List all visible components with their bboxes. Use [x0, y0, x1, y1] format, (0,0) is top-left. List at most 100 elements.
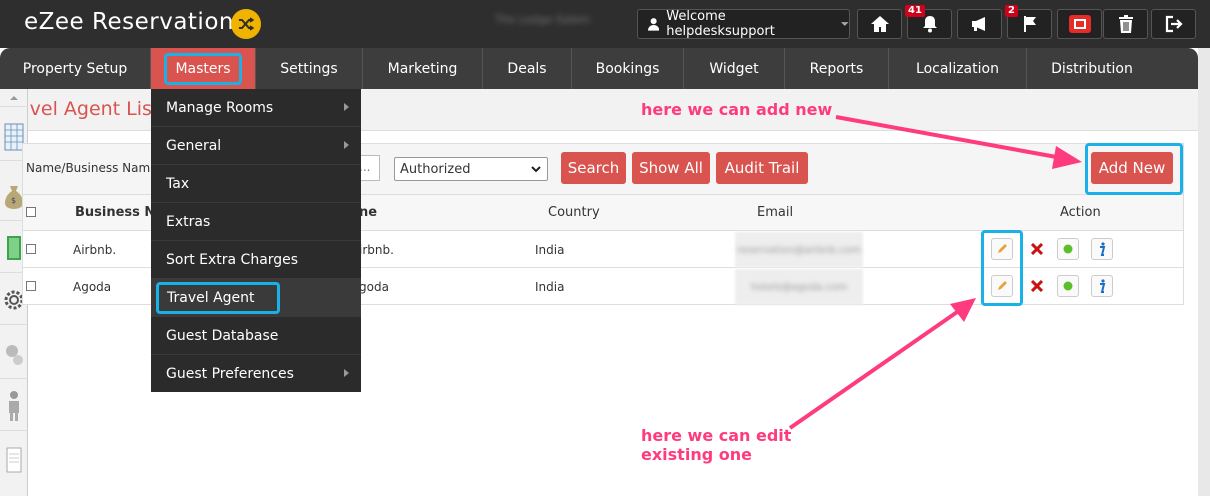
annotation-edit-line2: existing one	[641, 445, 752, 464]
status-dot-icon	[1063, 244, 1073, 254]
audit-trail-button[interactable]: Audit Trail	[716, 152, 808, 184]
shuffle-icon	[239, 17, 254, 31]
menu-item-extras[interactable]: Extras	[151, 203, 361, 241]
staff-link[interactable]	[0, 381, 28, 431]
youtube-icon	[1068, 15, 1091, 33]
cell-email-text: hotels@agoda.com	[750, 281, 848, 293]
nav-property-setup[interactable]: Property Setup	[0, 48, 151, 89]
nav-marketing[interactable]: Marketing	[363, 48, 483, 89]
top-header: eZee Reservation The Lodge Salem Welcome…	[0, 0, 1210, 48]
header-name: ne	[359, 205, 378, 220]
main-nav: Property Setup Masters Settings Marketin…	[0, 48, 1198, 89]
home-button[interactable]	[857, 9, 902, 39]
cell-business-name: Agoda	[73, 280, 112, 294]
status-select-value: Authorized	[400, 161, 471, 177]
masters-dropdown: Manage Rooms General Tax Extras Sort Ext…	[151, 89, 361, 392]
cell-name: goda	[359, 280, 389, 294]
app-title: eZee Reservation	[24, 9, 234, 35]
clear-cache-button[interactable]	[1103, 9, 1148, 39]
cell-email-text: reservation@airbnb.com	[737, 244, 861, 256]
logout-icon	[1165, 15, 1183, 33]
select-all-checkbox[interactable]	[26, 207, 36, 217]
megaphone-icon	[971, 17, 985, 31]
annotation-add-new: here we can add new	[641, 100, 833, 119]
annotation-edit-line1: here we can edit	[641, 426, 792, 445]
chevron-down-icon	[841, 22, 849, 26]
youtube-button[interactable]	[1057, 9, 1102, 39]
nav-reports[interactable]: Reports	[785, 48, 889, 89]
delete-button[interactable]	[1026, 275, 1048, 297]
status-select[interactable]: Authorized	[394, 157, 548, 181]
announcements-button[interactable]	[957, 9, 1002, 39]
menu-item-manage-rooms[interactable]: Manage Rooms	[151, 89, 361, 127]
cell-email: hotels@agoda.com	[735, 269, 863, 305]
row-checkbox[interactable]	[26, 281, 36, 291]
info-icon	[1100, 242, 1106, 256]
notifications-badge: 41	[905, 5, 925, 17]
menu-item-label: Guest Preferences	[166, 366, 294, 382]
delete-button[interactable]	[1026, 238, 1048, 260]
nav-widget[interactable]: Widget	[684, 48, 785, 89]
page-title: avel Agent Lis	[18, 98, 152, 120]
add-new-button[interactable]: Add New	[1091, 152, 1173, 184]
cell-business-name: Airbnb.	[73, 243, 117, 257]
cell-country: India	[535, 280, 565, 294]
menu-item-label: Guest Database	[166, 327, 279, 344]
welcome-text: Welcome helpdesksupport	[666, 9, 775, 39]
header-country: Country	[548, 205, 600, 220]
strip-collapse[interactable]	[0, 89, 28, 107]
search-button[interactable]: Search	[561, 152, 626, 184]
show-all-button[interactable]: Show All	[632, 152, 710, 184]
status-toggle-button[interactable]	[1057, 238, 1079, 260]
name-filter-label: Name/Business Name	[26, 161, 158, 175]
nav-localization[interactable]: Localization	[889, 48, 1027, 89]
trash-icon	[1118, 15, 1133, 33]
nav-settings[interactable]: Settings	[256, 48, 363, 89]
flags-button[interactable]: 2	[1005, 5, 1052, 39]
nav-distribution[interactable]: Distribution	[1027, 48, 1157, 89]
nav-masters-label: Masters	[164, 52, 242, 85]
cell-name: irbnb.	[359, 243, 394, 257]
person-icon	[9, 390, 19, 421]
cell-country: India	[535, 243, 565, 257]
hotel-name: The Lodge Salem	[495, 13, 591, 26]
menu-item-sort-extra-charges[interactable]: Sort Extra Charges	[151, 241, 361, 279]
user-icon	[648, 18, 660, 31]
menu-item-travel-agent[interactable]: Travel Agent	[151, 279, 361, 317]
user-menu-button[interactable]: Welcome helpdesksupport	[637, 9, 850, 39]
menu-item-general[interactable]: General	[151, 127, 361, 165]
menu-item-guest-preferences[interactable]: Guest Preferences	[151, 355, 361, 393]
nav-masters[interactable]: Masters	[151, 48, 256, 89]
chevron-right-icon	[344, 369, 349, 377]
status-dot-icon	[1063, 281, 1073, 291]
book-icon	[7, 235, 21, 260]
notifications-button[interactable]: 41	[905, 5, 952, 39]
chevron-right-icon	[344, 141, 349, 149]
menu-item-label: Extras	[166, 213, 211, 230]
nav-deals[interactable]: Deals	[483, 48, 572, 89]
switch-property-button[interactable]	[231, 9, 261, 39]
money-bag-icon: $	[5, 185, 23, 209]
flag-icon	[1023, 16, 1036, 32]
flags-badge: 2	[1005, 5, 1018, 17]
home-icon	[870, 16, 889, 32]
info-button[interactable]	[1091, 275, 1113, 297]
tools-link[interactable]	[0, 329, 28, 379]
menu-item-label: Manage Rooms	[166, 99, 274, 116]
documents-link[interactable]	[0, 435, 28, 485]
gears-gray-icon	[6, 344, 23, 365]
bell-icon	[922, 16, 937, 33]
info-button[interactable]	[1091, 238, 1113, 260]
header-email: Email	[757, 205, 794, 220]
row-checkbox[interactable]	[26, 244, 36, 254]
scrollbar-track[interactable]	[1198, 48, 1210, 496]
nav-bookings[interactable]: Bookings	[572, 48, 684, 89]
edit-highlight	[981, 230, 1023, 306]
status-toggle-button[interactable]	[1057, 275, 1079, 297]
svg-text:$: $	[11, 196, 16, 205]
menu-item-tax[interactable]: Tax	[151, 165, 361, 203]
chevron-down-icon	[531, 166, 541, 173]
logout-button[interactable]	[1151, 9, 1196, 39]
calendar-icon	[4, 123, 24, 150]
menu-item-guest-database[interactable]: Guest Database	[151, 317, 361, 355]
